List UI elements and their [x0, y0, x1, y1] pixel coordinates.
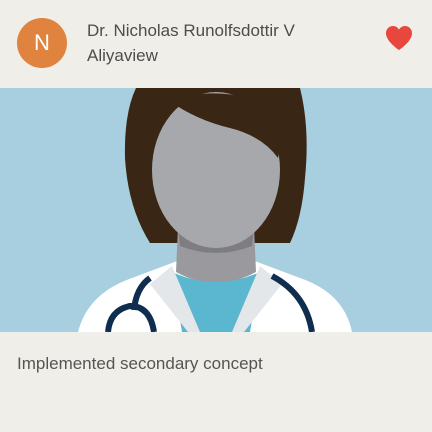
author-name: Dr. Nicholas Runolfsdottir V — [87, 21, 295, 40]
doctor-illustration — [0, 88, 432, 332]
avatar[interactable]: N — [17, 18, 67, 68]
post-image — [0, 88, 432, 332]
post-card: N Dr. Nicholas Runolfsdottir V Aliyaview — [0, 0, 432, 432]
card-header: N Dr. Nicholas Runolfsdottir V Aliyaview — [0, 0, 432, 88]
author-location: Aliyaview — [87, 46, 158, 65]
heart-icon — [386, 26, 412, 50]
favorite-button[interactable] — [385, 25, 413, 51]
post-caption: Implemented secondary concept — [17, 354, 263, 373]
